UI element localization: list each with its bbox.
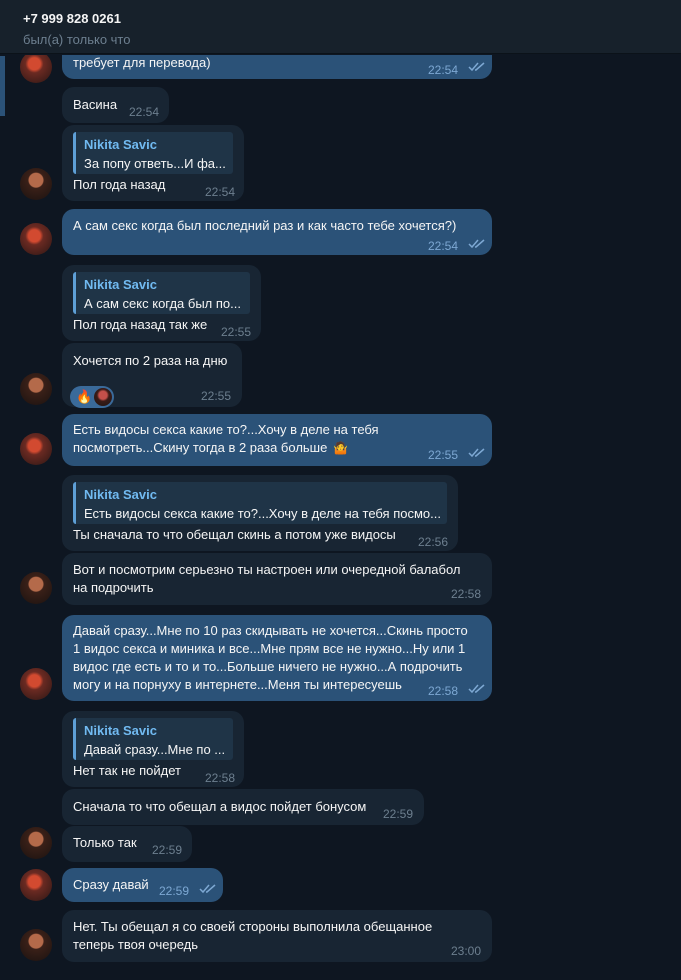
avatar[interactable] [20,433,52,465]
message-time: 22:55 [201,389,232,403]
message-text: требует для перевода) [73,55,211,70]
message-incoming[interactable]: Сначала то что обещал а видос пойдет бон… [62,789,424,825]
message-incoming[interactable]: Nikita Savic За попу ответь...И фа... По… [62,125,244,201]
message-outgoing[interactable]: Сразу давай 22:59 [62,868,223,902]
avatar[interactable] [20,168,52,200]
message-text-line: Давай сразу...Мне по 10 раз скидывать не… [73,623,468,638]
reply-quote[interactable]: Nikita Savic Есть видосы секса какие то?… [73,482,447,524]
avatar[interactable] [20,572,52,604]
avatar[interactable] [20,869,52,901]
reactor-avatar [94,388,112,406]
message-incoming[interactable]: Только так 22:59 [62,826,192,862]
message-incoming[interactable]: Вот и посмотрим серьезно ты настроен или… [62,553,492,605]
contact-status: был(а) только что [23,32,131,47]
message-time: 22:55 [221,325,252,339]
read-checkmarks-icon [468,239,485,249]
message-text: Сразу давай [73,877,149,892]
message-list[interactable]: требует для перевода) 22:54 Васина 22:54… [0,55,681,980]
message-time: 22:54 [428,63,459,77]
avatar[interactable] [20,223,52,255]
message-time: 23:00 [451,944,482,958]
chat-header[interactable]: +7 999 828 0261 был(а) только что [0,0,681,54]
message-time: 22:59 [383,807,414,821]
message-text: Пол года назад так же [73,317,208,332]
avatar[interactable] [20,929,52,961]
message-time: 22:59 [159,884,190,898]
reply-text: Есть видосы секса какие то?...Хочу в дел… [84,506,441,521]
message-text: Пол года назад [73,177,166,192]
message-time: 22:54 [428,239,459,253]
reply-text: За попу ответь...И фа... [84,156,226,171]
read-checkmarks-icon [468,62,485,72]
fire-reaction-icon: 🔥 [76,389,93,404]
reactions-bar[interactable]: 🔥 [70,386,114,408]
message-text: Хочется по 2 раза на дню [73,353,228,368]
message-text: Васина [73,97,118,112]
read-checkmarks-icon [468,684,485,694]
reply-author: Nikita Savic [84,137,157,152]
avatar[interactable] [20,827,52,859]
reply-author: Nikita Savic [84,723,157,738]
message-incoming[interactable]: Хочется по 2 раза на дню 🔥 22:55 [62,343,242,408]
message-text-line: посмотреть...Скину тогда в 2 раза больше [73,440,328,455]
reply-text: Давай сразу...Мне по ... [84,742,226,757]
message-text-line: на подрочить [73,580,154,595]
avatar[interactable] [20,668,52,700]
message-outgoing[interactable]: требует для перевода) 22:54 [62,55,492,79]
message-incoming[interactable]: Нет. Ты обещал я со своей стороны выполн… [62,910,492,962]
message-incoming[interactable]: Nikita Savic А сам секс когда был по... … [62,265,261,341]
message-text-line: Есть видосы секса какие то?...Хочу в дел… [73,422,379,437]
message-time: 22:55 [428,448,459,462]
message-text: Нет так не пойдет [73,763,181,778]
message-time: 22:54 [129,105,160,119]
contact-phone: +7 999 828 0261 [23,11,121,26]
message-text: Ты сначала то что обещал скинь а потом у… [73,527,396,542]
reply-text: А сам секс когда был по... [84,296,241,311]
message-time: 22:54 [205,185,236,199]
read-checkmarks-icon [199,884,216,894]
message-text-line: видос где есть и то и то...Больше ничего… [73,659,463,674]
avatar[interactable] [20,55,52,83]
message-incoming[interactable]: Nikita Savic Давай сразу...Мне по ... Не… [62,711,244,787]
message-time: 22:59 [152,843,183,857]
message-outgoing[interactable]: А сам секс когда был последний раз и как… [62,209,492,255]
message-text-line: Вот и посмотрим серьезно ты настроен или… [73,562,461,577]
message-outgoing[interactable]: Давай сразу...Мне по 10 раз скидывать не… [62,615,492,701]
message-incoming[interactable]: Васина 22:54 [62,87,169,123]
avatar[interactable] [20,373,52,405]
message-text-line: 1 видос секса и миника и все...Мне прям … [73,641,466,656]
reply-quote[interactable]: Nikita Savic А сам секс когда был по... [73,272,250,314]
message-text-line: могу и на порнуху в интернете...Меня ты … [73,677,402,692]
reply-author: Nikita Savic [84,487,157,502]
reply-author: Nikita Savic [84,277,157,292]
message-time: 22:58 [428,684,459,698]
message-time: 22:56 [418,535,449,549]
message-text-line: Нет. Ты обещал я со своей стороны выполн… [73,919,433,934]
message-time: 22:58 [205,771,236,785]
reply-quote[interactable]: Nikita Savic Давай сразу...Мне по ... [73,718,233,760]
message-time: 22:58 [451,587,482,601]
message-text-line: теперь твоя очередь [73,937,198,952]
message-text: Сначала то что обещал а видос пойдет бон… [73,799,367,814]
reply-quote[interactable]: Nikita Savic За попу ответь...И фа... [73,132,233,174]
message-outgoing[interactable]: Есть видосы секса какие то?...Хочу в дел… [62,414,492,466]
shrug-emoji-icon: 🤷 [333,441,348,455]
message-text: Только так [73,835,137,850]
read-checkmarks-icon [468,448,485,458]
message-incoming[interactable]: Nikita Savic Есть видосы секса какие то?… [62,475,458,551]
message-text: А сам секс когда был последний раз и как… [73,218,457,233]
